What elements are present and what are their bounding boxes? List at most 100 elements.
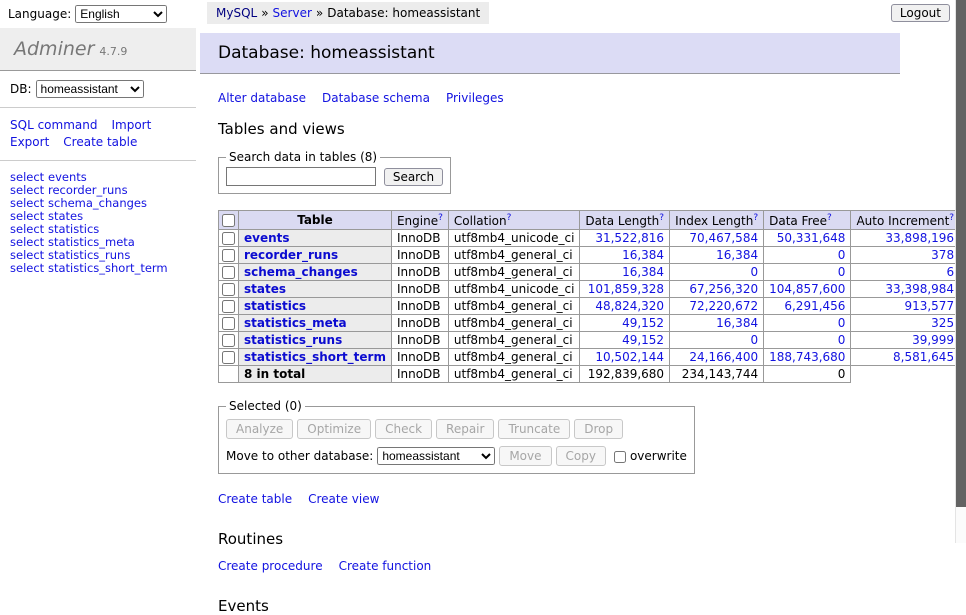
database-schema-link[interactable]: Database schema (322, 91, 430, 105)
sidebar-table-link-events[interactable]: events (48, 170, 87, 184)
table-link-statistics[interactable]: statistics (244, 299, 306, 313)
repair-button[interactable]: Repair (436, 419, 494, 439)
sidebar-select-link-statistics_runs[interactable]: select (10, 248, 44, 262)
data-length-link[interactable]: 49,152 (622, 333, 664, 347)
search-input[interactable] (226, 167, 376, 186)
search-button[interactable]: Search (384, 168, 443, 186)
create-view-link[interactable]: Create view (308, 492, 379, 506)
analyze-button[interactable]: Analyze (226, 419, 293, 439)
move-db-select[interactable]: homeassistant (377, 447, 495, 465)
auto-increment-link[interactable]: 913,577 (904, 299, 954, 313)
row-checkbox-states[interactable] (222, 283, 235, 296)
data-free-link[interactable]: 104,857,600 (769, 282, 845, 296)
help-link-index-length[interactable]: ? (753, 213, 758, 223)
row-checkbox-statistics_meta[interactable] (222, 317, 235, 330)
select-all-checkbox[interactable] (222, 214, 235, 227)
index-length-link[interactable]: 72,220,672 (689, 299, 758, 313)
index-length-link[interactable]: 16,384 (716, 316, 758, 330)
db-select[interactable]: homeassistant (36, 80, 144, 98)
scrollbar-thumb[interactable] (956, 0, 966, 507)
create-table-link[interactable]: Create table (218, 492, 292, 506)
sidebar-link-import[interactable]: Import (111, 117, 151, 134)
sidebar-select-link-states[interactable]: select (10, 209, 44, 223)
auto-increment-link[interactable]: 33,398,984 (885, 282, 954, 296)
auto-increment-link[interactable]: 325 (931, 316, 954, 330)
auto-increment-link[interactable]: 8,581,645 (893, 350, 954, 364)
row-checkbox-events[interactable] (222, 232, 235, 245)
data-length-link[interactable]: 31,522,816 (595, 231, 664, 245)
help-link-data-free[interactable]: ? (827, 213, 832, 223)
table-link-events[interactable]: events (244, 231, 290, 245)
index-length-link[interactable]: 70,467,584 (689, 231, 758, 245)
sidebar-table-link-statistics_meta[interactable]: statistics_meta (48, 235, 135, 249)
sidebar-select-link-statistics_short_term[interactable]: select (10, 261, 44, 275)
row-checkbox-schema_changes[interactable] (222, 266, 235, 279)
table-link-states[interactable]: states (244, 282, 286, 296)
auto-increment-link[interactable]: 39,999 (912, 333, 954, 347)
auto-increment-link[interactable]: 6 (946, 265, 954, 279)
table-link-schema_changes[interactable]: schema_changes (244, 265, 358, 279)
row-checkbox-statistics_runs[interactable] (222, 334, 235, 347)
sidebar-select-link-statistics[interactable]: select (10, 222, 44, 236)
create-procedure-link[interactable]: Create procedure (218, 559, 323, 573)
row-checkbox-statistics_short_term[interactable] (222, 351, 235, 364)
table-link-statistics_short_term[interactable]: statistics_short_term (244, 350, 386, 364)
page-scrollbar[interactable] (955, 0, 966, 543)
logout-button[interactable]: Logout (891, 4, 950, 22)
sidebar-table-link-statistics[interactable]: statistics (48, 222, 99, 236)
breadcrumb-server-type-link[interactable]: MySQL (216, 6, 257, 20)
auto-increment-link[interactable]: 378 (931, 248, 954, 262)
optimize-button[interactable]: Optimize (297, 419, 371, 439)
data-length-link[interactable]: 16,384 (622, 248, 664, 262)
data-free-link[interactable]: 50,331,648 (777, 231, 846, 245)
data-length-link[interactable]: 49,152 (622, 316, 664, 330)
data-free-link[interactable]: 0 (838, 316, 846, 330)
sidebar-select-link-events[interactable]: select (10, 170, 44, 184)
breadcrumb-server-link[interactable]: Server (273, 6, 312, 20)
truncate-button[interactable]: Truncate (498, 419, 570, 439)
index-length-link[interactable]: 0 (750, 265, 758, 279)
language-select[interactable]: English (75, 5, 167, 23)
sidebar-table-link-statistics_short_term[interactable]: statistics_short_term (48, 261, 168, 275)
help-link-collation[interactable]: ? (507, 213, 512, 223)
row-checkbox-recorder_runs[interactable] (222, 249, 235, 262)
help-link-engine[interactable]: ? (438, 213, 443, 223)
alter-database-link[interactable]: Alter database (218, 91, 306, 105)
sidebar-link-create-table[interactable]: Create table (63, 134, 137, 151)
privileges-link[interactable]: Privileges (446, 91, 504, 105)
sidebar-table-link-recorder_runs[interactable]: recorder_runs (48, 183, 128, 197)
adminer-logo-link[interactable]: Adminer (14, 38, 94, 60)
check-button[interactable]: Check (375, 419, 432, 439)
data-free-link[interactable]: 6,291,456 (784, 299, 845, 313)
copy-button[interactable]: Copy (556, 446, 606, 466)
drop-button[interactable]: Drop (574, 419, 623, 439)
sidebar-select-link-recorder_runs[interactable]: select (10, 183, 44, 197)
sidebar-table-link-states[interactable]: states (48, 209, 83, 223)
sidebar-link-export[interactable]: Export (10, 134, 49, 151)
sidebar-select-link-statistics_meta[interactable]: select (10, 235, 44, 249)
help-link-auto-increment[interactable]: ? (949, 213, 954, 223)
data-length-link[interactable]: 10,502,144 (595, 350, 664, 364)
row-checkbox-statistics[interactable] (222, 300, 235, 313)
index-length-link[interactable]: 0 (750, 333, 758, 347)
table-link-recorder_runs[interactable]: recorder_runs (244, 248, 338, 262)
help-link-data-length[interactable]: ? (659, 213, 664, 223)
table-link-statistics_meta[interactable]: statistics_meta (244, 316, 347, 330)
sidebar-table-link-schema_changes[interactable]: schema_changes (48, 196, 147, 210)
auto-increment-link[interactable]: 33,898,196 (885, 231, 954, 245)
move-button[interactable]: Move (499, 446, 551, 466)
create-function-link[interactable]: Create function (339, 559, 432, 573)
index-length-link[interactable]: 24,166,400 (689, 350, 758, 364)
overwrite-checkbox[interactable] (614, 451, 626, 463)
data-free-link[interactable]: 188,743,680 (769, 350, 845, 364)
data-length-link[interactable]: 16,384 (622, 265, 664, 279)
sidebar-select-link-schema_changes[interactable]: select (10, 196, 44, 210)
index-length-link[interactable]: 67,256,320 (689, 282, 758, 296)
data-length-link[interactable]: 101,859,328 (588, 282, 664, 296)
data-free-link[interactable]: 0 (838, 265, 846, 279)
sidebar-link-sql-command[interactable]: SQL command (10, 117, 97, 134)
data-free-link[interactable]: 0 (838, 248, 846, 262)
data-free-link[interactable]: 0 (838, 333, 846, 347)
index-length-link[interactable]: 16,384 (716, 248, 758, 262)
sidebar-table-link-statistics_runs[interactable]: statistics_runs (48, 248, 130, 262)
